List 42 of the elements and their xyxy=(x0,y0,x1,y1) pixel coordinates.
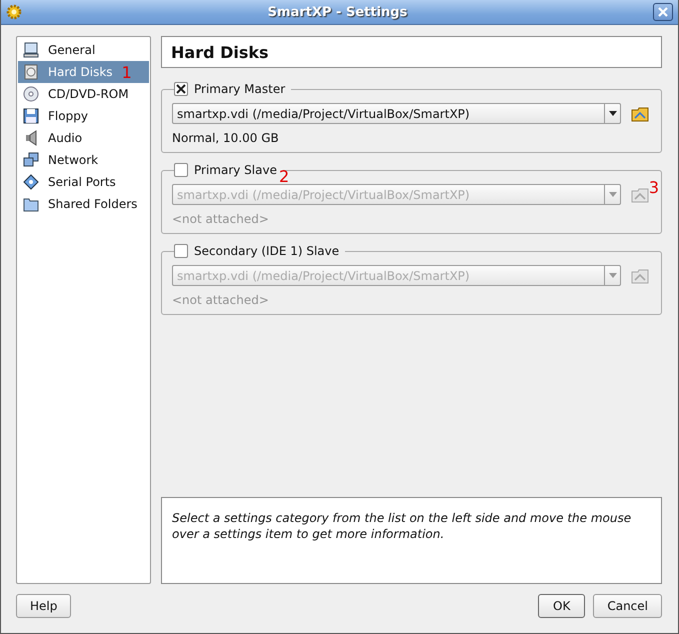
category-item[interactable]: Floppy xyxy=(18,105,149,127)
folder-icon xyxy=(631,106,649,122)
serial-icon xyxy=(23,174,39,190)
ok-button[interactable]: OK xyxy=(538,594,586,618)
disk-info: <not attached> xyxy=(172,292,270,308)
gear-icon xyxy=(6,4,22,20)
folder-icon xyxy=(631,268,649,284)
checkbox[interactable] xyxy=(174,82,188,96)
close-icon xyxy=(658,7,668,17)
dropdown-icon xyxy=(608,192,616,197)
monitor-icon xyxy=(23,42,39,58)
cd-icon xyxy=(23,86,39,102)
window-title: SmartXP - Settings xyxy=(266,4,408,20)
checkbox-label[interactable]: Primary Slave xyxy=(194,163,277,177)
category-item[interactable]: Serial Ports xyxy=(18,171,149,193)
floppy-icon xyxy=(23,108,39,124)
folder-icon xyxy=(23,196,39,212)
category-item[interactable]: General xyxy=(18,39,149,61)
close-button[interactable] xyxy=(653,3,673,21)
folder-icon xyxy=(631,186,649,202)
disk-combo[interactable]: smartxp.vdi (/media/Project/VirtualBox/SmartXP) xyxy=(172,103,621,124)
dropdown-icon xyxy=(608,111,616,116)
annotation-number: 3 xyxy=(648,178,659,197)
disk-info: Normal, 10.00 GB xyxy=(172,130,280,146)
checkbox-label[interactable]: Secondary (IDE 1) Slave xyxy=(194,244,340,258)
help-button[interactable]: Help xyxy=(16,594,72,618)
disk-info: <not attached> xyxy=(172,211,270,227)
page-header: Hard Disks xyxy=(161,36,662,68)
category-item[interactable]: Audio xyxy=(18,127,149,149)
category-item[interactable]: CD/DVD-ROM xyxy=(18,83,149,105)
annotation-number: 1 xyxy=(122,62,132,82)
category-item[interactable]: Shared Folders xyxy=(18,193,149,215)
description-text: Select a settings category from the list on the left side and move the mouse over a settings item to get more information. xyxy=(161,497,662,584)
checkbox-label[interactable]: Primary Master xyxy=(194,82,286,96)
checkbox[interactable] xyxy=(174,163,188,177)
network-icon xyxy=(23,152,39,168)
dropdown-icon xyxy=(608,273,616,278)
category-item[interactable]: Network xyxy=(18,149,149,171)
checkbox[interactable] xyxy=(174,244,188,258)
annotation-number: 2 xyxy=(278,167,290,186)
speaker-icon xyxy=(23,130,39,146)
cancel-button[interactable]: Cancel xyxy=(593,594,662,618)
